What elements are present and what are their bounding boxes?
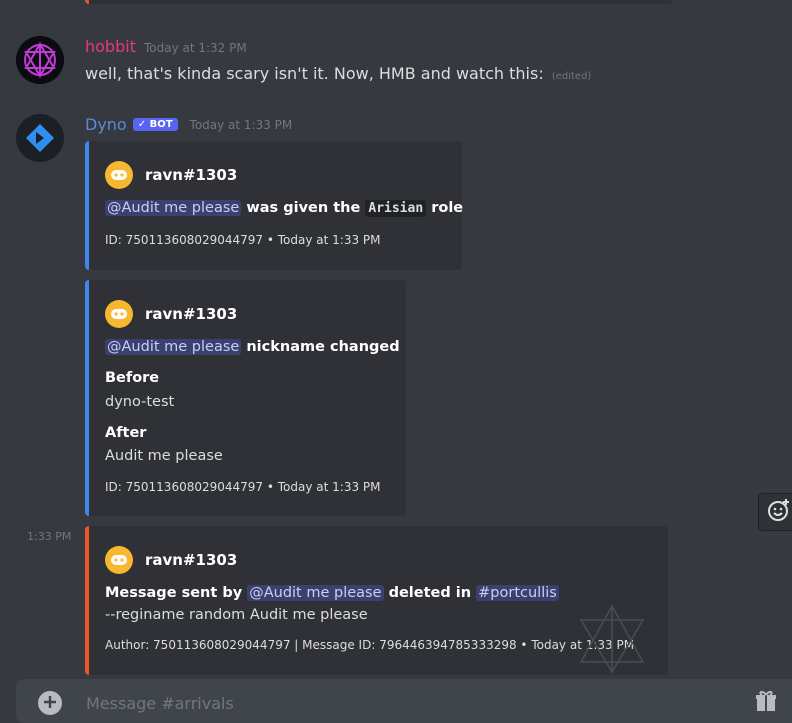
message-composer: [16, 679, 792, 723]
edited-label: (edited): [551, 71, 592, 82]
embed-author[interactable]: ravn#1303: [145, 305, 237, 323]
field-value: dyno-test: [105, 394, 175, 410]
add-reaction-button[interactable]: [758, 493, 792, 531]
message-timestamp: Today at 1:33 PM: [189, 117, 293, 132]
embed-author[interactable]: ravn#1303: [145, 551, 237, 569]
discord-logo-icon: [105, 300, 133, 328]
user-mention[interactable]: @Audit me please: [247, 585, 384, 601]
hover-timestamp: 1:33 PM: [27, 530, 72, 543]
field-name: After: [105, 425, 147, 441]
gift-icon: [754, 690, 778, 717]
embed-nickname-changed: ravn#1303 @Audit me please nickname chan…: [85, 280, 406, 516]
message-author-name[interactable]: hobbit: [85, 37, 136, 56]
discord-logo-icon: [105, 546, 133, 574]
bot-author-name[interactable]: Dyno: [85, 115, 127, 134]
bot-badge: ✓ BOT: [132, 118, 178, 131]
deleted-message-content: --reginame random Audit me please: [105, 607, 368, 623]
message-text: well, that's kinda scary isn't it. Now, …: [85, 64, 544, 83]
embed-text: was given the: [241, 200, 366, 216]
embed-footer: ID: 750113608029044797 • Today at 1:33 P…: [105, 480, 381, 494]
embed-text: deleted in: [383, 585, 477, 601]
embed-role-given: ravn#1303 @Audit me please was given the…: [85, 141, 464, 270]
channel-mention[interactable]: #portcullis: [476, 585, 559, 601]
message-timestamp: Today at 1:32 PM: [143, 41, 247, 55]
role-name: Arisian: [365, 200, 427, 217]
dyno-avatar-icon[interactable]: [16, 114, 64, 162]
embed-author[interactable]: ravn#1303: [145, 166, 237, 184]
watermark-icon: [579, 604, 645, 674]
discord-logo-icon: [105, 161, 133, 189]
user-mention[interactable]: @Audit me please: [105, 339, 242, 355]
field-value: Audit me please: [105, 448, 223, 464]
message-input[interactable]: [84, 691, 688, 715]
plus-circle-icon: [43, 694, 57, 713]
embed-message-deleted: ravn#1303 Message sent by @Audit me plea…: [85, 526, 668, 675]
field-name: Before: [105, 370, 160, 386]
add-reaction-icon: [767, 498, 791, 526]
embed-text: nickname changed: [241, 339, 400, 355]
user-mention[interactable]: @Audit me please: [105, 200, 242, 216]
previous-embed-remnant: [85, 0, 672, 4]
embed-text: Message sent by: [105, 585, 248, 601]
embed-footer: Author: 750113608029044797 | Message ID:…: [105, 638, 635, 652]
upload-button[interactable]: [38, 691, 62, 715]
embed-footer: ID: 750113608029044797 • Today at 1:33 P…: [105, 233, 381, 247]
hobbit-avatar-icon[interactable]: [16, 36, 64, 84]
embed-text: role: [426, 200, 464, 216]
gift-button[interactable]: [754, 689, 778, 717]
